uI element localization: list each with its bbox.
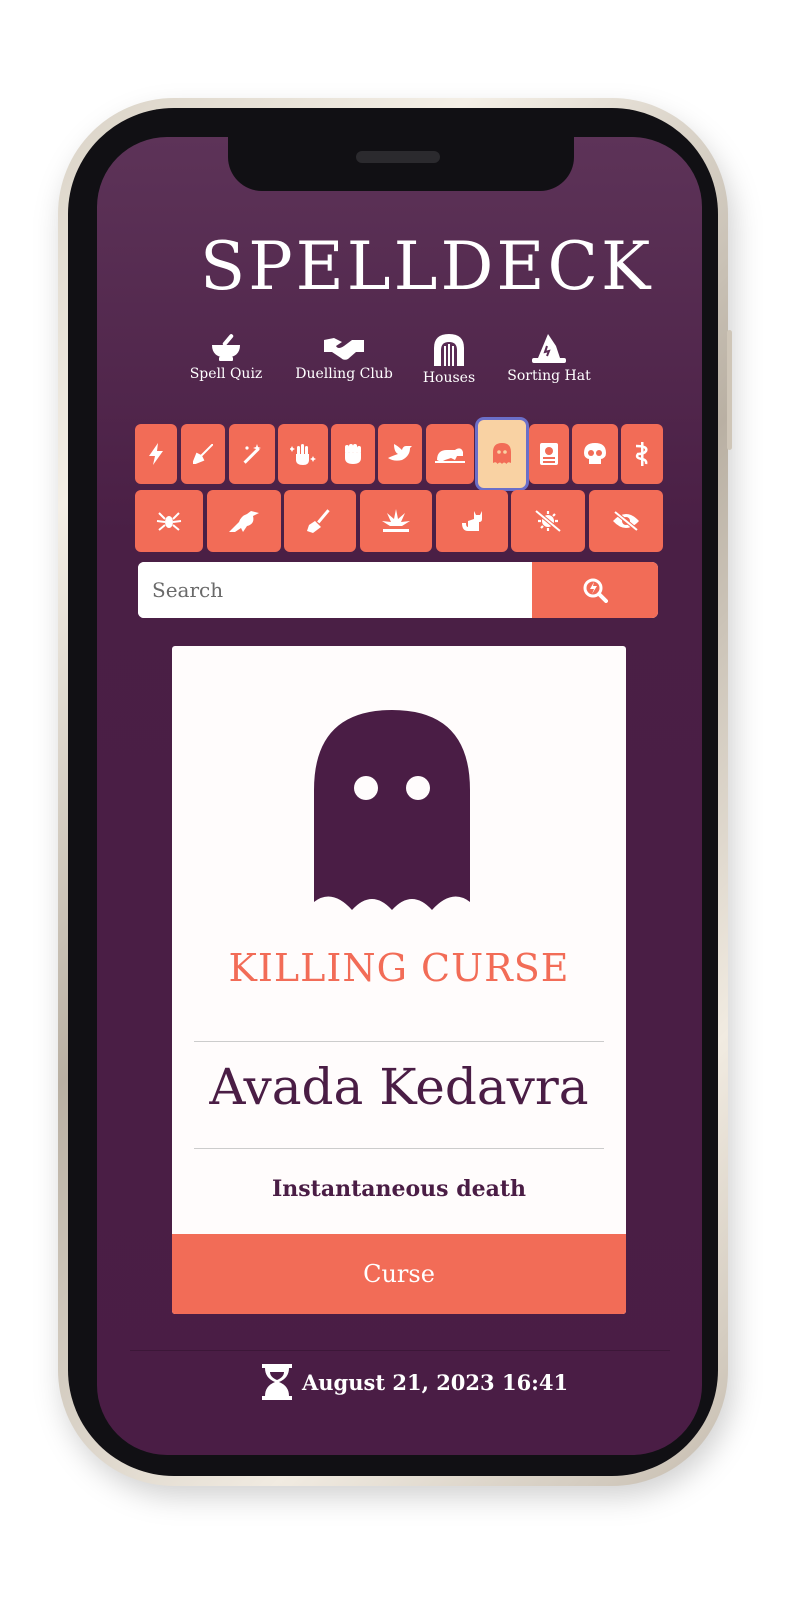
hand-sparkles-icon [290, 444, 316, 465]
category-dove[interactable] [378, 424, 422, 484]
category-skull[interactable] [572, 424, 618, 484]
footer-divider [130, 1350, 670, 1351]
eye-slash-icon [613, 511, 639, 531]
spell-type-button[interactable]: Curse [172, 1234, 626, 1314]
category-hand-sparkles[interactable] [278, 424, 328, 484]
category-book-dead[interactable] [529, 424, 569, 484]
timestamp-text: August 21, 2023 16:41 [302, 1369, 569, 1395]
search-button[interactable] [532, 562, 658, 618]
category-broom[interactable] [284, 490, 356, 552]
phone-speaker [356, 151, 440, 163]
category-explosion[interactable] [360, 490, 432, 552]
nav-spell-quiz[interactable]: Spell Quiz [182, 332, 270, 392]
skull-icon [584, 443, 606, 464]
ghost-icon [314, 710, 470, 910]
footer-timestamp: August 21, 2023 16:41 [262, 1362, 568, 1402]
category-bolt[interactable] [135, 424, 177, 484]
staff-snake-icon [635, 442, 648, 466]
category-fist[interactable] [331, 424, 375, 484]
phone-notch [228, 137, 574, 191]
category-hippo[interactable] [426, 424, 474, 484]
nav-label: Sorting Hat [507, 368, 591, 384]
nav-duelling-club[interactable]: Duelling Club [292, 332, 396, 392]
disease-slash-icon [534, 509, 562, 533]
nav-label: Houses [422, 370, 476, 386]
card-divider [194, 1041, 604, 1042]
nav-label: Spell Quiz [189, 366, 263, 382]
nav-houses[interactable]: Houses [420, 332, 478, 392]
fist-icon [345, 444, 361, 464]
spell-card: KILLING CURSE Avada Kedavra Instantaneou… [172, 646, 626, 1314]
hat-wizard-icon [532, 334, 566, 363]
main-nav: Spell Quiz Duelling Club Houses Sorting … [0, 332, 800, 392]
category-spider[interactable] [135, 490, 203, 552]
category-staff-snake[interactable] [621, 424, 663, 484]
category-magic-wand[interactable] [229, 424, 275, 484]
pen-nib-icon [193, 444, 213, 464]
category-crow[interactable] [207, 490, 281, 552]
handshake-icon [324, 338, 364, 360]
spider-icon [156, 512, 182, 531]
explosion-icon [382, 509, 410, 532]
crow-icon [229, 511, 259, 532]
bolt-icon [149, 443, 163, 465]
category-eye-slash[interactable] [589, 490, 663, 552]
nav-label: Duelling Club [295, 366, 393, 382]
magnifying-glass-bolt-icon [583, 578, 608, 603]
category-disease-slash[interactable] [511, 490, 585, 552]
spell-incantation: Avada Kedavra [209, 1058, 589, 1116]
search-bar [138, 562, 658, 618]
dove-icon [388, 444, 412, 461]
hippo-icon [435, 448, 465, 463]
broom-icon [307, 509, 330, 533]
hourglass-icon [262, 1364, 292, 1400]
category-ghost[interactable] [478, 420, 526, 488]
dungeon-icon [434, 334, 464, 366]
spell-category: KILLING CURSE [228, 946, 570, 990]
spell-effect: Instantaneous death [272, 1176, 526, 1202]
book-dead-icon [540, 443, 558, 465]
magic-wand-icon [243, 444, 261, 464]
card-divider [194, 1148, 604, 1149]
category-cat[interactable] [436, 490, 508, 552]
nav-sorting-hat[interactable]: Sorting Hat [502, 332, 596, 392]
ghost-icon [493, 443, 511, 464]
mortar-pestle-icon [212, 334, 240, 361]
app-title: SPELLDECK [200, 228, 654, 305]
cat-icon [462, 511, 482, 531]
search-input[interactable] [138, 562, 532, 618]
category-pen-nib[interactable] [181, 424, 225, 484]
